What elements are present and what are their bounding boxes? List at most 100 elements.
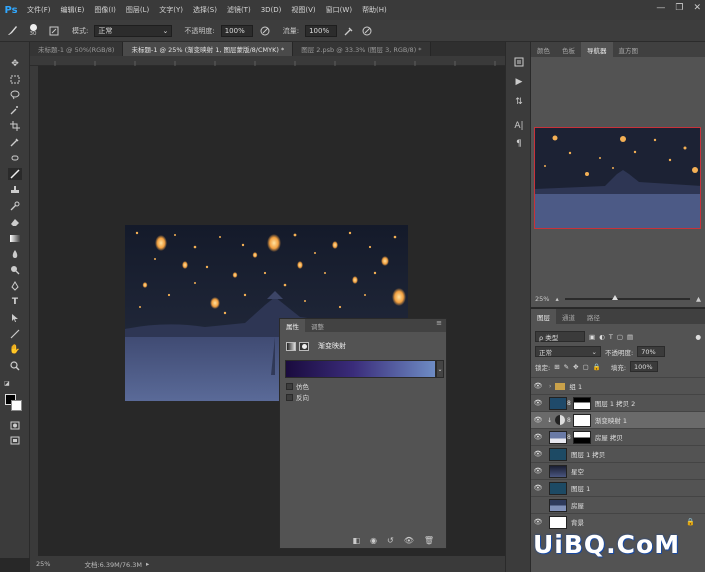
blend-mode-select[interactable]: 正常 ⌄ xyxy=(535,346,601,357)
layer-row[interactable]: 👁 图层 1 拷贝 xyxy=(531,445,705,462)
path-selection-icon[interactable] xyxy=(8,312,22,324)
layer-row[interactable]: · 房屋 xyxy=(531,496,705,513)
paragraph-panel-icon[interactable]: ¶ xyxy=(512,138,526,150)
zoom-tool-icon[interactable] xyxy=(8,360,22,372)
menu-image[interactable]: 图像(I) xyxy=(89,5,121,15)
brush-panel-icon[interactable] xyxy=(48,25,60,37)
lock-artboard-icon[interactable]: ▢ xyxy=(583,363,589,371)
lock-all-icon[interactable]: 🔒 xyxy=(593,363,601,371)
line-tool-icon[interactable] xyxy=(8,328,22,340)
magic-wand-icon[interactable] xyxy=(8,104,22,116)
layer-mask-icon[interactable] xyxy=(299,341,309,351)
layer-row[interactable]: 👁 背景 🔒 xyxy=(531,513,705,530)
brush-tool-icon[interactable] xyxy=(6,25,18,37)
filter-type-icon[interactable]: T xyxy=(609,333,613,341)
flow-input[interactable]: 100% xyxy=(305,24,338,37)
pen-tool-icon[interactable] xyxy=(8,280,22,292)
pressure-size-icon[interactable] xyxy=(361,25,373,37)
filter-adjust-icon[interactable]: ◐ xyxy=(599,333,605,341)
background-color-swatch[interactable] xyxy=(11,400,22,411)
minimize-button[interactable]: — xyxy=(656,3,665,13)
tab-color[interactable]: 颜色 xyxy=(531,42,556,57)
filter-toggle-icon[interactable]: ● xyxy=(695,333,701,341)
eyedropper-icon[interactable] xyxy=(8,136,22,148)
actions-panel-icon[interactable]: ▶ xyxy=(512,76,526,88)
lock-position-icon[interactable]: ✥ xyxy=(573,363,578,371)
menu-type[interactable]: 文字(Y) xyxy=(154,5,188,15)
restore-button[interactable]: ❐ xyxy=(675,3,683,13)
lasso-tool-icon[interactable] xyxy=(8,89,22,101)
tab-document-1[interactable]: 未标题-1 @ 50%(RGB/8) xyxy=(30,42,124,56)
pressure-opacity-icon[interactable] xyxy=(259,25,271,37)
reverse-checkbox[interactable] xyxy=(286,393,293,401)
menu-layer[interactable]: 图层(L) xyxy=(121,5,154,15)
layer-row[interactable]: 👁 › 组 1 xyxy=(531,377,705,394)
tab-document-3[interactable]: 图层 2.psb @ 33.3% (图层 3, RGB/8) * xyxy=(293,42,431,56)
eye-icon[interactable]: 👁 xyxy=(531,399,545,407)
layer-opacity-input[interactable]: 70% xyxy=(637,346,666,357)
filter-smart-icon[interactable]: ▤ xyxy=(627,333,633,341)
marquee-tool-icon[interactable] xyxy=(8,73,22,85)
screen-mode-icon[interactable] xyxy=(8,434,22,446)
lock-transparent-icon[interactable]: ⊞ xyxy=(554,363,559,371)
zoom-slider-handle[interactable] xyxy=(612,295,619,300)
move-tool-icon[interactable]: ✥ xyxy=(8,58,22,70)
tab-paths[interactable]: 路径 xyxy=(581,309,606,324)
eye-icon[interactable]: 👁 xyxy=(531,518,545,526)
menu-edit[interactable]: 编辑(E) xyxy=(56,5,90,15)
layer-row[interactable]: 👁 8 房屋 拷贝 xyxy=(531,428,705,445)
menu-window[interactable]: 窗口(W) xyxy=(321,5,357,15)
healing-brush-icon[interactable] xyxy=(8,152,22,164)
eraser-icon[interactable] xyxy=(8,216,22,228)
layer-row[interactable]: 👁 图层 1 xyxy=(531,479,705,496)
status-arrow-icon[interactable]: ▸ xyxy=(146,560,149,568)
brush-tool-icon[interactable] xyxy=(8,168,22,180)
eye-icon[interactable]: 👁 xyxy=(531,382,545,390)
gradient-editor-bar[interactable] xyxy=(285,360,436,378)
blur-tool-icon[interactable] xyxy=(8,248,22,260)
layer-fill-input[interactable]: 100% xyxy=(630,361,659,372)
clone-stamp-icon[interactable] xyxy=(8,184,22,196)
layer-row-selected[interactable]: 👁 ↓ 8 渐变映射 1 xyxy=(531,411,705,428)
menu-help[interactable]: 帮助(H) xyxy=(357,5,392,15)
zoom-out-icon[interactable]: ▴ xyxy=(555,295,558,303)
tab-navigator[interactable]: 导航器 xyxy=(581,42,613,57)
menu-view[interactable]: 视图(V) xyxy=(286,5,320,15)
navigator-preview[interactable] xyxy=(534,127,701,229)
opacity-input[interactable]: 100% xyxy=(220,24,253,37)
dither-checkbox[interactable] xyxy=(286,382,293,390)
layer-mask-thumbnail[interactable] xyxy=(572,396,591,410)
panel-menu-icon[interactable]: ≡ xyxy=(436,319,446,332)
navigator-zoom-value[interactable]: 25% xyxy=(535,295,549,303)
layer-row[interactable]: 👁 星空 xyxy=(531,462,705,479)
trash-icon[interactable]: 🗑 xyxy=(424,536,434,545)
menu-filter[interactable]: 滤镜(T) xyxy=(222,5,256,15)
airbrush-icon[interactable] xyxy=(343,25,355,37)
layer-mask-thumbnail[interactable] xyxy=(572,430,591,444)
filter-shape-icon[interactable]: ▢ xyxy=(617,333,623,341)
dodge-tool-icon[interactable] xyxy=(8,264,22,276)
eye-icon[interactable]: 👁 xyxy=(531,450,545,458)
crop-tool-icon[interactable] xyxy=(8,120,22,132)
quick-mask-icon[interactable] xyxy=(8,419,22,431)
eye-icon[interactable]: 👁 xyxy=(531,484,545,492)
history-brush-icon[interactable] xyxy=(8,200,22,212)
eye-icon[interactable]: 👁 xyxy=(531,433,545,441)
tab-document-2[interactable]: 未标题-1 @ 25% (渐变映射 1, 图层蒙版/8/CMYK) * xyxy=(123,42,294,56)
history-panel-icon[interactable] xyxy=(512,56,526,68)
eye-icon[interactable]: 👁 xyxy=(531,467,545,475)
tab-swatches[interactable]: 色板 xyxy=(556,42,581,57)
filter-pixel-icon[interactable]: ▣ xyxy=(589,333,595,341)
chevron-right-icon[interactable]: › xyxy=(549,383,551,390)
eye-icon[interactable]: 👁 xyxy=(531,416,545,424)
close-button[interactable]: ✕ xyxy=(693,3,701,13)
eye-hidden-slot[interactable]: · xyxy=(531,501,545,509)
clip-to-layer-icon[interactable]: ◧ xyxy=(352,536,360,545)
zoom-slider[interactable] xyxy=(564,295,690,300)
visibility-icon[interactable]: 👁 xyxy=(404,536,414,545)
brush-preset-picker[interactable]: 30 xyxy=(24,24,42,37)
tab-adjustments[interactable]: 调整 xyxy=(305,319,330,332)
layer-mask-thumbnail[interactable] xyxy=(572,413,591,427)
lock-pixels-icon[interactable]: ✎ xyxy=(564,363,569,371)
view-previous-icon[interactable]: ◉ xyxy=(370,536,377,545)
